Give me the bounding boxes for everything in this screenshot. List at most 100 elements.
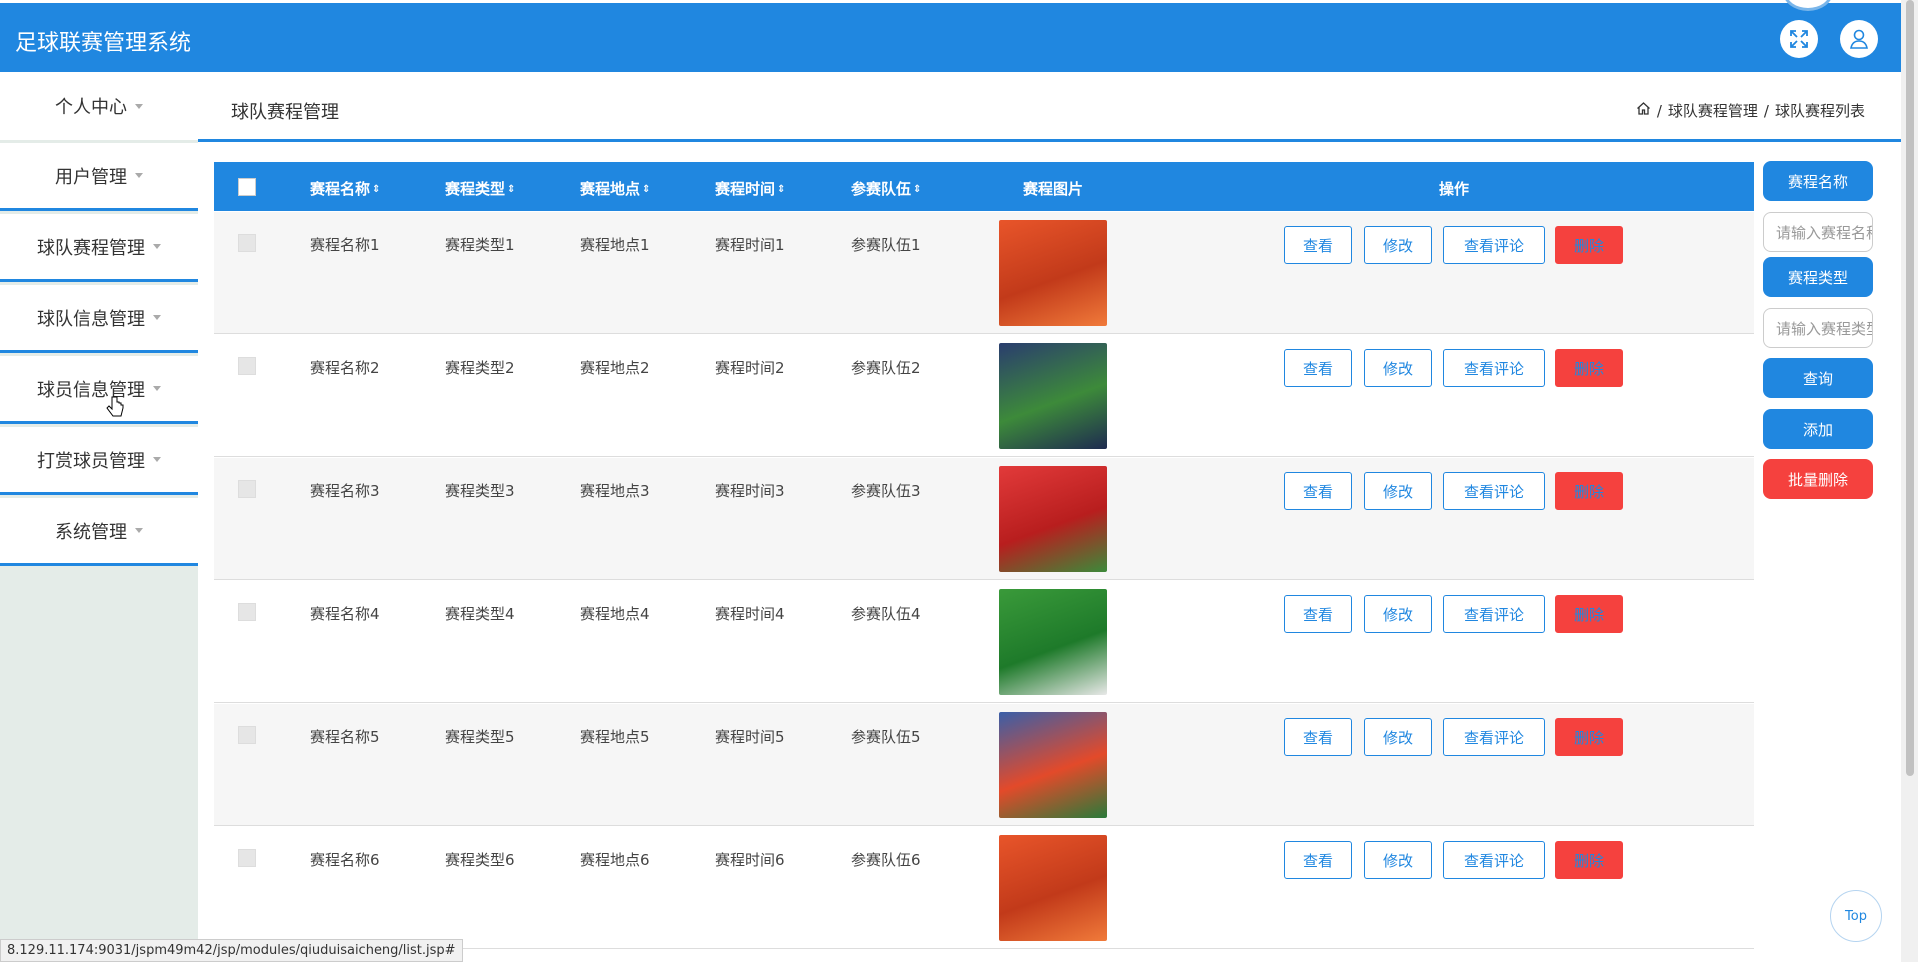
sidebar-item-profile[interactable]: 个人中心: [0, 72, 198, 140]
delete-button[interactable]: 删除: [1555, 472, 1623, 510]
view-button[interactable]: 查看: [1284, 718, 1352, 756]
batch-delete-button[interactable]: 批量删除: [1763, 459, 1873, 499]
schedule-thumbnail: [999, 835, 1107, 941]
page-scrollbar[interactable]: [1901, 0, 1918, 962]
column-header-label: 赛程类型: [445, 180, 506, 198]
sidebar-item-tips[interactable]: 打赏球员管理: [0, 427, 198, 495]
edit-button[interactable]: 修改: [1364, 841, 1432, 879]
home-icon[interactable]: [1636, 101, 1651, 120]
column-header-label: 赛程地点: [580, 180, 641, 198]
delete-button[interactable]: 删除: [1555, 226, 1623, 264]
edit-button[interactable]: 修改: [1364, 595, 1432, 633]
row-checkbox[interactable]: [238, 603, 256, 621]
top-navbar: 足球联赛管理系统: [0, 0, 1901, 72]
column-header-place[interactable]: 赛程地点 ⇕: [580, 178, 650, 199]
column-header-type[interactable]: 赛程类型 ⇕: [445, 178, 515, 199]
edit-button[interactable]: 修改: [1364, 226, 1432, 264]
caret-down-icon: [153, 386, 161, 391]
column-header-name[interactable]: 赛程名称 ⇕: [310, 178, 380, 199]
sort-icon: ⇕: [507, 184, 516, 195]
cell-name: 赛程名称6: [310, 851, 380, 869]
view-button[interactable]: 查看: [1284, 595, 1352, 633]
table-row: 赛程名称4 赛程类型4 赛程地点4 赛程时间4 参赛队伍4 查看 修改 查看评论 删除: [214, 581, 1754, 703]
cell-name: 赛程名称3: [310, 482, 380, 500]
view-button[interactable]: 查看: [1284, 841, 1352, 879]
view-button[interactable]: 查看: [1284, 226, 1352, 264]
view-comments-button[interactable]: 查看评论: [1443, 718, 1545, 756]
column-header-label: 赛程名称: [310, 180, 371, 198]
sort-icon: ⇕: [372, 184, 381, 195]
sidebar-item-label: 打赏球员管理: [37, 450, 145, 472]
delete-button[interactable]: 删除: [1555, 841, 1623, 879]
row-checkbox[interactable]: [238, 726, 256, 744]
sidebar-item-player-info[interactable]: 球员信息管理: [0, 356, 198, 424]
row-checkbox[interactable]: [238, 234, 256, 252]
edit-button[interactable]: 修改: [1364, 349, 1432, 387]
cell-place: 赛程地点4: [580, 605, 650, 623]
schedule-thumbnail: [999, 343, 1107, 449]
query-button[interactable]: 查询: [1763, 358, 1873, 398]
cell-team: 参赛队伍4: [851, 605, 921, 623]
table-header: 赛程名称 ⇕ 赛程类型 ⇕ 赛程地点 ⇕ 赛程时间 ⇕ 参赛队伍 ⇕ 赛程图片 操作: [214, 162, 1754, 211]
schedule-thumbnail: [999, 466, 1107, 572]
cell-time: 赛程时间5: [715, 728, 785, 746]
caret-down-icon: [135, 103, 143, 109]
table-row: 赛程名称6 赛程类型6 赛程地点6 赛程时间6 参赛队伍6 查看 修改 查看评论 删除: [214, 827, 1754, 949]
schedule-thumbnail: [999, 589, 1107, 695]
caret-down-icon: [153, 315, 161, 320]
column-header-actions: 操作: [1439, 180, 1470, 198]
add-button[interactable]: 添加: [1763, 409, 1873, 449]
delete-button[interactable]: 删除: [1555, 718, 1623, 756]
cell-place: 赛程地点5: [580, 728, 650, 746]
sort-icon: ⇕: [642, 184, 651, 195]
cell-name: 赛程名称1: [310, 236, 380, 254]
sidebar-item-label: 用户管理: [55, 166, 127, 188]
cell-team: 参赛队伍6: [851, 851, 921, 869]
cell-type: 赛程类型5: [445, 728, 515, 746]
view-button[interactable]: 查看: [1284, 472, 1352, 510]
sidebar-item-system[interactable]: 系统管理: [0, 498, 198, 566]
view-button[interactable]: 查看: [1284, 349, 1352, 387]
sidebar-item-team-info[interactable]: 球队信息管理: [0, 285, 198, 353]
name-search-label: 赛程名称: [1763, 161, 1873, 201]
user-icon[interactable]: [1840, 20, 1878, 58]
table-row: 赛程名称3 赛程类型3 赛程地点3 赛程时间3 参赛队伍3 查看 修改 查看评论 删除: [214, 458, 1754, 580]
cell-type: 赛程类型4: [445, 605, 515, 623]
delete-button[interactable]: 删除: [1555, 349, 1623, 387]
view-comments-button[interactable]: 查看评论: [1443, 349, 1545, 387]
select-all-checkbox[interactable]: [238, 178, 256, 196]
page-title: 球队赛程管理: [231, 102, 339, 123]
column-header-team[interactable]: 参赛队伍 ⇕: [851, 178, 921, 199]
breadcrumb-separator: /: [1656, 101, 1662, 120]
back-to-top-button[interactable]: Top: [1830, 890, 1882, 942]
scroll-thumb[interactable]: [1906, 0, 1914, 776]
sidebar-item-label: 球队赛程管理: [37, 237, 145, 259]
sidebar-item-schedule[interactable]: 球队赛程管理: [0, 214, 198, 282]
column-header-time[interactable]: 赛程时间 ⇕: [715, 178, 785, 199]
name-search-input[interactable]: 请输入赛程名称: [1763, 212, 1873, 252]
sidebar-item-label: 系统管理: [55, 521, 127, 543]
row-checkbox[interactable]: [238, 480, 256, 498]
table-row: 赛程名称5 赛程类型5 赛程地点5 赛程时间5 参赛队伍5 查看 修改 查看评论 删除: [214, 704, 1754, 826]
cell-time: 赛程时间6: [715, 851, 785, 869]
edit-button[interactable]: 修改: [1364, 718, 1432, 756]
delete-button[interactable]: 删除: [1555, 595, 1623, 633]
fullscreen-icon[interactable]: [1780, 20, 1818, 58]
view-comments-button[interactable]: 查看评论: [1443, 841, 1545, 879]
row-checkbox[interactable]: [238, 357, 256, 375]
edit-button[interactable]: 修改: [1364, 472, 1432, 510]
cell-team: 参赛队伍1: [851, 236, 921, 254]
caret-down-icon: [135, 528, 143, 533]
schedule-table: 赛程名称 ⇕ 赛程类型 ⇕ 赛程地点 ⇕ 赛程时间 ⇕ 参赛队伍 ⇕ 赛程图片 操作 赛程…: [214, 162, 1754, 962]
type-search-input[interactable]: 请输入赛程类型: [1763, 308, 1873, 348]
view-comments-button[interactable]: 查看评论: [1443, 472, 1545, 510]
row-checkbox[interactable]: [238, 849, 256, 867]
sidebar-item-users[interactable]: 用户管理: [0, 143, 198, 211]
view-comments-button[interactable]: 查看评论: [1443, 595, 1545, 633]
app-title: 足球联赛管理系统: [15, 31, 192, 56]
cell-time: 赛程时间2: [715, 359, 785, 377]
sidebar-item-label: 球员信息管理: [37, 379, 145, 401]
view-comments-button[interactable]: 查看评论: [1443, 226, 1545, 264]
sidebar: 个人中心 用户管理 球队赛程管理 球队信息管理 球员信息管理 打赏球员管理 系统…: [0, 72, 198, 962]
breadcrumb-item[interactable]: 球队赛程管理: [1668, 100, 1758, 121]
